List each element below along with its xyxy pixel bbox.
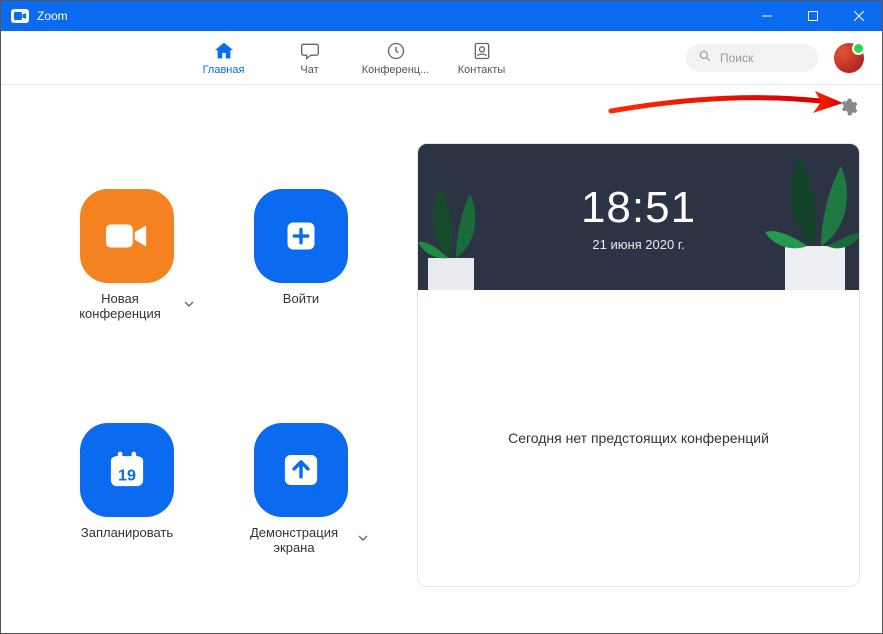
search-icon [698,49,712,66]
window-title: Zoom [37,9,744,23]
close-button[interactable] [836,1,882,31]
app-icon [11,9,29,23]
today-card: 18:51 21 июня 2020 г. Сегодня нет предст… [417,143,860,587]
tab-home[interactable]: Главная [184,40,264,76]
clock-date: 21 июня 2020 г. [592,237,684,252]
tab-label: Чат [300,64,318,76]
settings-button[interactable] [838,97,858,117]
tab-contacts[interactable]: Контакты [442,40,522,76]
home-actions: Новая конференция Войти 19 [47,107,387,611]
nav-tabs: Главная Чат Конференц... Контакты [184,40,522,76]
card-hero: 18:51 21 июня 2020 г. [418,144,859,290]
calendar-icon: 19 [80,423,174,517]
contacts-icon [471,40,493,62]
home-icon [213,40,235,62]
titlebar: Zoom [1,1,882,31]
maximize-button[interactable] [790,1,836,31]
card-empty-text: Сегодня нет предстоящих конференций [418,290,859,586]
calendar-day: 19 [118,466,136,484]
share-screen-button[interactable]: Демонстрация экрана [221,423,381,611]
content: Новая конференция Войти 19 [1,85,882,633]
clock-icon [385,40,407,62]
minimize-button[interactable] [744,1,790,31]
tab-meetings[interactable]: Конференц... [356,40,436,76]
tab-label: Контакты [458,64,506,76]
window-controls [744,1,882,31]
clock-time: 18:51 [581,183,696,233]
plus-icon [254,189,348,283]
tab-chat[interactable]: Чат [270,40,350,76]
chat-icon [299,40,321,62]
plant-decoration [755,150,859,290]
tab-label: Конференц... [362,64,430,76]
chevron-down-icon[interactable] [184,295,194,310]
action-label: Запланировать [81,525,173,540]
new-meeting-button[interactable]: Новая конференция [47,189,207,377]
action-label: Войти [283,291,319,306]
topbar: Главная Чат Конференц... Контакты Поиск [1,31,882,85]
search-input[interactable]: Поиск [686,44,818,72]
plant-decoration [418,180,500,290]
share-icon [254,423,348,517]
avatar[interactable] [834,43,864,73]
chevron-down-icon[interactable] [358,529,368,544]
tab-label: Главная [203,64,245,76]
join-button[interactable]: Войти [221,189,381,377]
action-label: Демонстрация экрана [234,525,354,555]
action-label: Новая конференция [60,291,180,321]
search-placeholder: Поиск [720,51,753,65]
schedule-button[interactable]: 19 Запланировать [47,423,207,611]
video-icon [80,189,174,283]
